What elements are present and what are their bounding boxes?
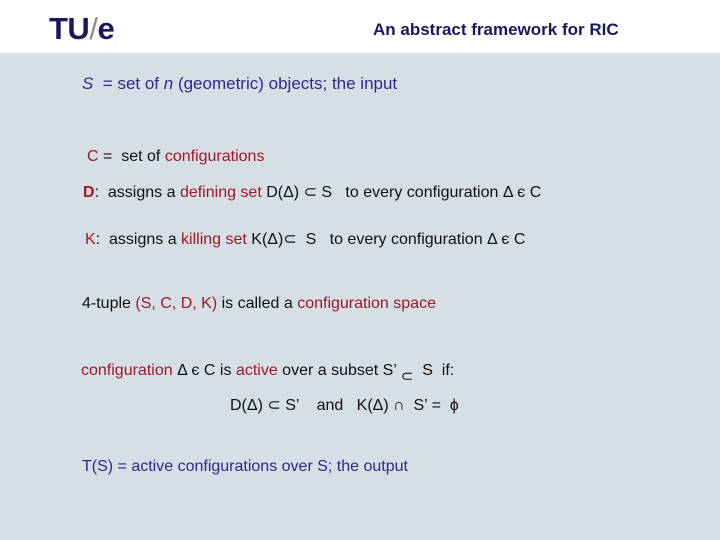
symbol-d: D <box>83 184 95 201</box>
term-tuple: (S, C, D, K) <box>135 295 218 312</box>
term-configuration: configuration <box>81 362 173 379</box>
line-s-definition: S = set of n (geometric) objects; the in… <box>82 74 397 94</box>
line-k-definition: K: assigns a killing set K(Δ)⊂ S to ever… <box>85 229 525 249</box>
line-output: T(S) = active configurations over S; the… <box>82 458 408 475</box>
text: is called a <box>217 295 298 312</box>
text: D(Δ) ⊂ S to every configuration Δ є C <box>261 184 542 201</box>
text: = set of <box>98 148 165 165</box>
text: = set of <box>93 74 164 93</box>
line-c-definition: C = set of configurations <box>87 148 264 166</box>
text: 4-tuple <box>82 295 136 312</box>
text: K(Δ)⊂ S to every configuration Δ є C <box>246 231 526 248</box>
slide-header: TU/e An abstract framework for RIC <box>0 0 720 53</box>
term-killing-set: killing set <box>181 231 247 248</box>
line-d-definition: D: assigns a defining set D(Δ) ⊂ S to ev… <box>83 182 541 202</box>
term-configuration-space: configuration space <box>297 295 436 312</box>
line-active: configuration Δ є C is active over a sub… <box>81 361 455 385</box>
subset-symbol: ⊂ <box>400 368 414 385</box>
symbol-c: C <box>87 148 99 165</box>
term-active: active <box>235 362 278 379</box>
text: over a subset S’ <box>277 362 401 379</box>
line-active-condition: D(Δ) ⊂ S’ and K(Δ) ∩ S’ = ϕ <box>230 397 459 414</box>
text: Δ є C is <box>172 362 236 379</box>
tue-logo: TU/e <box>49 11 115 47</box>
text: : assigns a <box>95 231 182 248</box>
slide-title: An abstract framework for RIC <box>373 20 619 39</box>
logo-e: e <box>97 11 115 46</box>
line-config-space: 4-tuple (S, C, D, K) is called a configu… <box>82 295 436 313</box>
term-configurations: configurations <box>164 148 265 165</box>
text: S if: <box>413 362 455 379</box>
symbol-s: S <box>82 74 94 93</box>
logo-tu: TU <box>49 11 90 46</box>
term-defining-set: defining set <box>179 184 262 201</box>
text: (geometric) objects; the input <box>173 74 398 93</box>
text: : assigns a <box>94 184 180 201</box>
symbol-n: n <box>163 74 174 93</box>
symbol-k: K <box>85 231 96 248</box>
